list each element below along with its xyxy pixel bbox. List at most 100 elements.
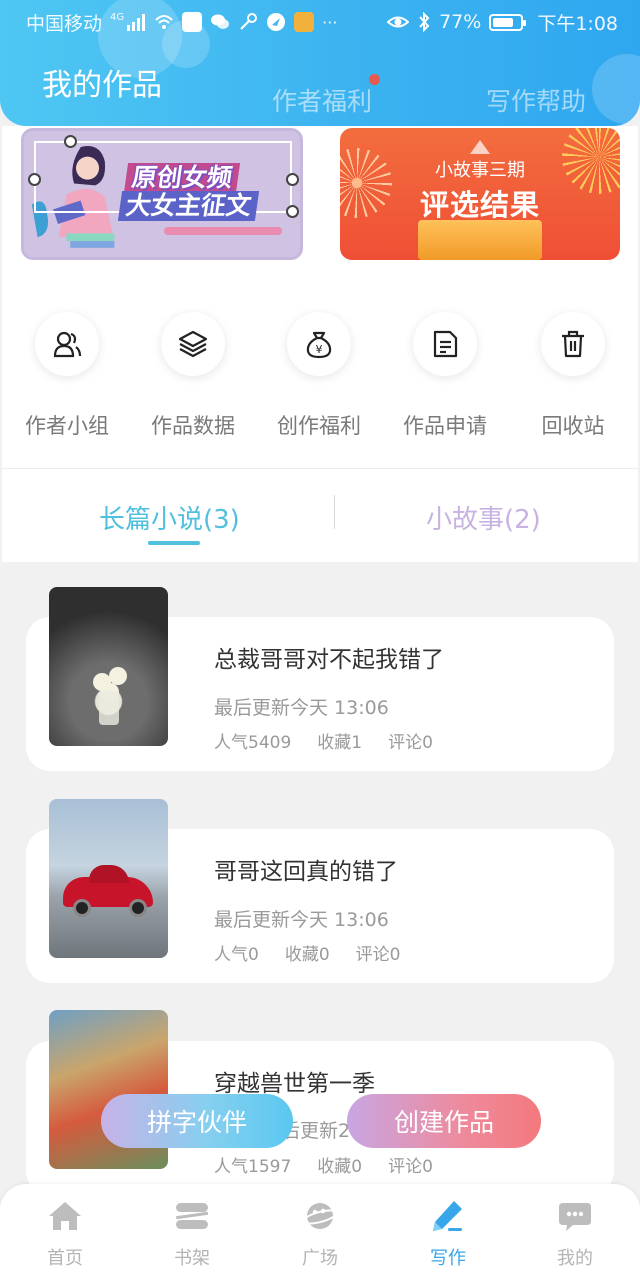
clock: 下午1:08 — [537, 12, 618, 35]
quick-works-data-label: 作品数据 — [151, 414, 235, 438]
eye-icon — [387, 16, 410, 28]
svg-text:¥: ¥ — [316, 343, 323, 356]
work-title[interactable]: 哥哥这回真的错了 — [214, 852, 398, 886]
work-title[interactable]: 穿越兽世第一季 — [214, 1064, 375, 1098]
circle-button[interactable]: ¥ — [287, 312, 351, 376]
work-updated: 最后更新今天 13:06 — [214, 697, 389, 719]
home-icon — [49, 1202, 81, 1230]
banner-contest-line1: 原创女频 — [123, 163, 241, 193]
nav-mine[interactable]: 我的 — [525, 1198, 625, 1270]
wechat-icon — [211, 14, 230, 29]
banner-contest[interactable]: 原创女频 大女主征文 — [21, 128, 303, 260]
vase-decor — [99, 691, 119, 725]
popularity-count: 人气5409 — [214, 733, 292, 753]
nav-bookshelf[interactable]: 书架 — [142, 1198, 242, 1270]
quick-creator-benefits[interactable]: ¥ 创作福利 — [256, 312, 382, 440]
work-cover-image[interactable] — [49, 799, 168, 958]
app-notification-icon — [182, 12, 203, 32]
wifi-icon — [155, 15, 173, 29]
money-bag-icon: ¥ — [306, 331, 332, 359]
tab-author-benefits[interactable]: 作者福利 — [272, 82, 372, 118]
more-notifications-icon: ··· — [322, 12, 338, 32]
banner-results[interactable]: 小故事三期 评选结果 — [340, 128, 620, 260]
banner-contest-line2: 大女主征文 — [117, 191, 260, 221]
navigation-icon — [267, 13, 286, 31]
work-updated: 最后更新今天 13:06 — [214, 909, 389, 931]
nav-square-label: 广场 — [302, 1248, 338, 1269]
app-cup-icon — [294, 12, 315, 32]
decor-strip — [164, 227, 282, 235]
tab-long-novels[interactable]: 长篇小说(3) — [99, 499, 240, 536]
banner-results-subtitle: 小故事三期 — [435, 160, 525, 181]
nav-mine-label: 我的 — [557, 1248, 593, 1269]
work-stats: 人气1597 收藏0 评论0 — [214, 1152, 433, 1177]
favorites-count: 收藏0 — [284, 945, 330, 965]
popularity-count: 人气1597 — [214, 1157, 292, 1177]
circle-button[interactable] — [413, 312, 477, 376]
layers-icon — [178, 330, 208, 358]
status-bar: 中国移动 4G ··· 77% 下午1:08 — [0, 0, 640, 44]
tab-writing-help[interactable]: 写作帮助 — [486, 82, 586, 118]
quick-creator-benefits-label: 创作福利 — [277, 414, 361, 438]
quick-works-data[interactable]: 作品数据 — [130, 312, 256, 440]
comments-count: 评论0 — [388, 1157, 433, 1177]
planet-icon — [302, 1203, 338, 1229]
bluetooth-icon — [419, 12, 430, 32]
circle-button[interactable] — [541, 312, 605, 376]
document-icon — [433, 330, 458, 358]
favorites-count: 收藏0 — [317, 1157, 363, 1177]
battery-percent: 77% — [439, 11, 482, 33]
banner-results-title: 评选结果 — [419, 188, 540, 222]
favorites-count: 收藏1 — [317, 733, 363, 753]
resize-handle[interactable] — [28, 173, 41, 186]
pen-icon — [433, 1201, 462, 1231]
wheel-decor — [73, 899, 91, 917]
signal-icon — [127, 14, 146, 31]
quick-actions: 作者小组 作品数据 ¥ 创作福利 作品申请 回收站 — [2, 312, 638, 442]
nav-square[interactable]: 广场 — [270, 1198, 370, 1270]
work-stats: 人气5409 收藏1 评论0 — [214, 728, 433, 753]
tab-separator — [334, 495, 335, 529]
work-type-tabs: 长篇小说(3) 小故事(2) — [2, 469, 638, 562]
stage-decor — [418, 220, 542, 260]
circle-button[interactable] — [161, 312, 225, 376]
trash-icon — [562, 330, 584, 358]
quick-recycle-bin-label: 回收站 — [541, 414, 605, 438]
active-tab-indicator — [148, 541, 200, 545]
bottom-navigation: 首页 书架 广场 写作 我的 — [0, 1184, 640, 1280]
resize-handle[interactable] — [286, 173, 299, 186]
resize-handle[interactable] — [286, 205, 299, 218]
battery-icon — [489, 13, 527, 31]
popularity-count: 人气0 — [214, 945, 259, 965]
chat-bubble-icon — [559, 1203, 591, 1231]
tab-short-stories[interactable]: 小故事(2) — [426, 499, 541, 536]
quick-author-group-label: 作者小组 — [25, 414, 109, 438]
quick-work-application[interactable]: 作品申请 — [382, 312, 508, 440]
decor-triangle — [470, 140, 490, 154]
wheel-decor — [129, 899, 147, 917]
key-icon — [240, 13, 258, 30]
work-stats: 人气0 收藏0 评论0 — [214, 940, 400, 965]
network-type: 4G — [110, 11, 125, 23]
carrier-label: 中国移动 — [26, 12, 103, 35]
writing-partner-button[interactable]: 拼字伙伴 — [101, 1094, 293, 1148]
work-cover-image[interactable] — [49, 587, 168, 746]
nav-home[interactable]: 首页 — [15, 1198, 115, 1270]
nav-write-label: 写作 — [430, 1248, 466, 1269]
nav-write[interactable]: 写作 — [398, 1198, 498, 1270]
nav-home-label: 首页 — [47, 1248, 83, 1269]
bookshelf-icon — [176, 1203, 209, 1229]
tab-my-works[interactable]: 我的作品 — [42, 60, 162, 104]
create-work-button[interactable]: 创建作品 — [347, 1094, 541, 1148]
work-title[interactable]: 总裁哥哥对不起我错了 — [214, 640, 444, 674]
nav-bookshelf-label: 书架 — [174, 1248, 210, 1269]
comments-count: 评论0 — [388, 733, 433, 753]
comments-count: 评论0 — [355, 945, 401, 965]
quick-work-application-label: 作品申请 — [403, 414, 487, 438]
notification-dot — [369, 74, 380, 85]
quick-recycle-bin[interactable]: 回收站 — [510, 312, 636, 440]
quick-author-group[interactable]: 作者小组 — [4, 312, 130, 440]
users-icon — [53, 331, 82, 358]
circle-button[interactable] — [35, 312, 99, 376]
resize-handle[interactable] — [64, 135, 77, 148]
